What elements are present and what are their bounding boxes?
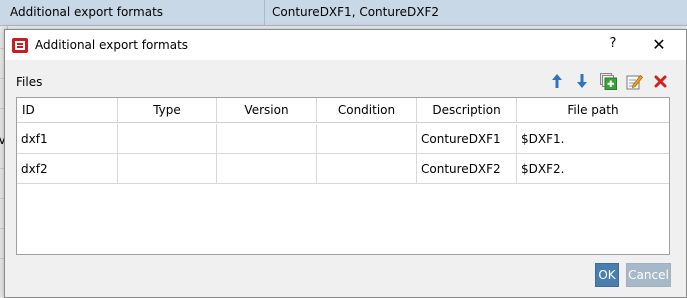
cell-description[interactable]: ContureDXF2	[417, 154, 517, 184]
column-header-type[interactable]: Type	[118, 98, 217, 122]
table-header: ID Type Version Condition Description Fi…	[17, 98, 669, 123]
cell-version[interactable]	[217, 124, 317, 154]
dialog-titlebar: Additional export formats ? ✕	[5, 30, 686, 60]
dialog-title: Additional export formats	[35, 38, 189, 52]
delete-x-icon	[654, 75, 666, 87]
cell-id[interactable]: dxf2	[17, 154, 118, 184]
export-files-table: ID Type Version Condition Description Fi…	[16, 97, 670, 255]
cancel-button[interactable]: Cancel	[626, 263, 671, 287]
column-header-id[interactable]: ID	[17, 98, 118, 122]
cell-id[interactable]: dxf1	[17, 124, 118, 154]
table-row[interactable]: dxf1 ContureDXF1 $DXF1.	[17, 124, 669, 154]
delete-button[interactable]	[651, 72, 669, 90]
background-row-value: ContureDXF1, ContureDXF2	[272, 5, 440, 19]
background-row-separator	[264, 0, 265, 26]
cell-condition[interactable]	[317, 124, 417, 154]
cell-version[interactable]	[217, 154, 317, 184]
arrow-down-icon	[577, 74, 587, 88]
cell-file-path[interactable]: $DXF2.	[517, 154, 669, 184]
table-row[interactable]: dxf2 ContureDXF2 $DXF2.	[17, 154, 669, 184]
background-property-row: Additional export formats ContureDXF1, C…	[0, 0, 687, 26]
help-button[interactable]: ?	[604, 36, 622, 54]
cell-description[interactable]: ContureDXF1	[417, 124, 517, 154]
cell-file-path[interactable]: $DXF1.	[517, 124, 669, 154]
cell-condition[interactable]	[317, 154, 417, 184]
column-header-version[interactable]: Version	[217, 98, 317, 122]
move-up-button[interactable]	[548, 72, 566, 90]
move-down-button[interactable]	[573, 72, 591, 90]
arrow-up-icon	[552, 74, 562, 88]
app-logo-icon	[12, 38, 28, 53]
cell-type[interactable]	[118, 154, 217, 184]
add-button[interactable]	[599, 72, 617, 90]
cell-type[interactable]	[118, 124, 217, 154]
add-row-icon	[599, 72, 617, 90]
background-row-label: Additional export formats	[10, 5, 164, 19]
files-section-label: Files	[16, 75, 43, 89]
export-formats-dialog: Additional export formats ? ✕ Files ID T…	[4, 29, 687, 298]
ok-button[interactable]: OK	[595, 263, 619, 287]
column-header-description[interactable]: Description	[417, 98, 517, 122]
edit-button[interactable]	[625, 72, 643, 90]
edit-pencil-icon	[626, 74, 643, 89]
column-header-condition[interactable]: Condition	[317, 98, 417, 122]
close-button[interactable]: ✕	[648, 34, 670, 56]
column-header-file-path[interactable]: File path	[517, 98, 669, 122]
